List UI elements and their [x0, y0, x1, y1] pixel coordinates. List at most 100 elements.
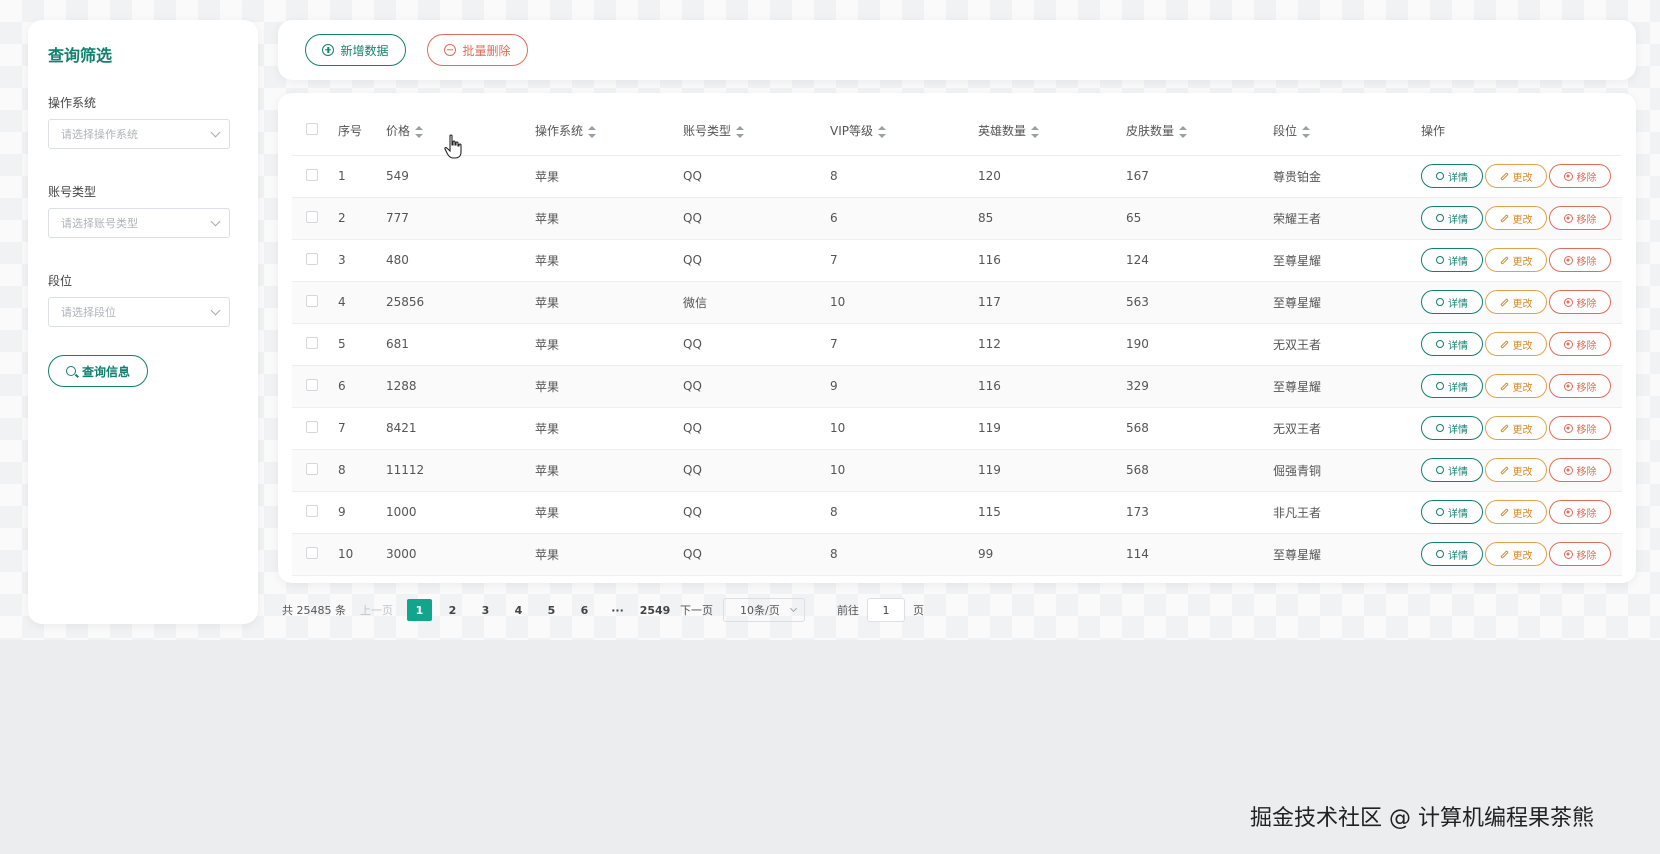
cell-actions: 详情 更改 移除: [1421, 154, 1622, 197]
row-checkbox[interactable]: [306, 462, 318, 475]
cell-heroes: 99: [978, 532, 1126, 576]
page-ellipsis-button[interactable]: ···: [605, 599, 630, 621]
table-header-row: 序号 价格 操作系统 账号类型 VIP等级 英雄数量 皮肤数量 段位 操作: [292, 107, 1622, 155]
edit-label: 更改: [1512, 172, 1533, 184]
cell-rank: 至尊星耀: [1273, 280, 1421, 323]
remove-button[interactable]: 移除: [1549, 374, 1611, 398]
detail-button[interactable]: 详情: [1421, 332, 1483, 356]
page-button-5[interactable]: 5: [539, 599, 564, 621]
detail-button[interactable]: 详情: [1421, 206, 1483, 230]
header-vip[interactable]: VIP等级: [830, 107, 978, 155]
filter-label-rank: 段位: [48, 274, 73, 288]
edit-button[interactable]: 更改: [1485, 248, 1547, 272]
edit-label: 更改: [1512, 214, 1533, 226]
edit-button[interactable]: 更改: [1485, 374, 1547, 398]
header-rank[interactable]: 段位: [1273, 107, 1421, 155]
row-checkbox[interactable]: [306, 168, 318, 181]
cell-vip: 7: [830, 322, 978, 365]
sort-icon[interactable]: [1302, 125, 1311, 138]
remove-button[interactable]: 移除: [1549, 500, 1611, 524]
data-table-card: 序号 价格 操作系统 账号类型 VIP等级 英雄数量 皮肤数量 段位 操作 15…: [278, 93, 1636, 583]
detail-button[interactable]: 详情: [1421, 416, 1483, 440]
edit-label: 更改: [1512, 466, 1533, 478]
page-button-4[interactable]: 4: [506, 599, 531, 621]
detail-button[interactable]: 详情: [1421, 542, 1483, 566]
page-size-select[interactable]: 10条/页: [723, 598, 805, 622]
remove-circle-icon: [1563, 213, 1573, 223]
row-checkbox[interactable]: [306, 546, 318, 559]
remove-button[interactable]: 移除: [1549, 206, 1611, 230]
next-page-button[interactable]: 下一页: [680, 602, 713, 618]
detail-button[interactable]: 详情: [1421, 248, 1483, 272]
detail-button[interactable]: 详情: [1421, 458, 1483, 482]
search-icon: [1436, 214, 1444, 222]
row-checkbox[interactable]: [306, 504, 318, 517]
row-checkbox[interactable]: [306, 420, 318, 433]
row-checkbox[interactable]: [306, 210, 318, 223]
prev-page-button[interactable]: 上一页: [360, 602, 393, 618]
rank-select[interactable]: 请选择段位: [48, 297, 230, 327]
remove-circle-icon: [1563, 297, 1573, 307]
page-button-1[interactable]: 1: [407, 599, 432, 621]
query-button[interactable]: 查询信息: [48, 355, 148, 387]
sort-icon[interactable]: [878, 125, 886, 138]
remove-button[interactable]: 移除: [1549, 542, 1611, 566]
sort-icon[interactable]: [415, 125, 424, 138]
select-all-checkbox[interactable]: [306, 123, 318, 136]
remove-button[interactable]: 移除: [1549, 290, 1611, 314]
remove-button[interactable]: 移除: [1549, 332, 1611, 356]
cell-no: 9: [338, 490, 386, 533]
row-checkbox[interactable]: [306, 294, 318, 307]
remove-button[interactable]: 移除: [1549, 248, 1611, 272]
remove-button[interactable]: 移除: [1549, 458, 1611, 482]
detail-button[interactable]: 详情: [1421, 374, 1483, 398]
table-row: 4 25856 苹果 微信 10 117 563 至尊星耀 详情 更改 移除: [292, 280, 1622, 323]
pencil-icon: [1499, 507, 1509, 517]
search-icon: [1436, 382, 1444, 390]
edit-button[interactable]: 更改: [1485, 332, 1547, 356]
os-select[interactable]: 请选择操作系统: [48, 119, 230, 149]
pagination-total: 共 25485 条: [282, 604, 346, 617]
page-button-6[interactable]: 6: [572, 599, 597, 621]
add-data-button[interactable]: 新增数据: [305, 34, 406, 66]
page-button-last[interactable]: 2549: [638, 599, 672, 621]
chevron-down-icon: [210, 216, 221, 226]
sort-icon[interactable]: [736, 125, 745, 138]
cell-price: 1288: [386, 364, 535, 407]
remove-button[interactable]: 移除: [1549, 164, 1611, 188]
edit-button[interactable]: 更改: [1485, 164, 1547, 188]
cell-actions: 详情 更改 移除: [1421, 196, 1622, 239]
header-skins[interactable]: 皮肤数量: [1126, 107, 1273, 155]
detail-button[interactable]: 详情: [1421, 290, 1483, 314]
remove-button[interactable]: 移除: [1549, 416, 1611, 440]
page-button-3[interactable]: 3: [473, 599, 498, 621]
account-type-select[interactable]: 请选择账号类型: [48, 208, 230, 238]
goto-page-input[interactable]: 1: [867, 598, 905, 622]
cell-no: 6: [338, 364, 386, 407]
search-icon: [1436, 256, 1444, 264]
detail-button[interactable]: 详情: [1421, 500, 1483, 524]
edit-button[interactable]: 更改: [1485, 290, 1547, 314]
edit-button[interactable]: 更改: [1485, 416, 1547, 440]
cell-no: 4: [338, 280, 386, 323]
cell-rank: 至尊星耀: [1273, 364, 1421, 407]
sort-icon[interactable]: [1179, 125, 1188, 138]
detail-button[interactable]: 详情: [1421, 164, 1483, 188]
edit-button[interactable]: 更改: [1485, 458, 1547, 482]
edit-button[interactable]: 更改: [1485, 500, 1547, 524]
search-icon: [1436, 340, 1444, 348]
edit-button[interactable]: 更改: [1485, 206, 1547, 230]
cell-vip: 10: [830, 280, 978, 323]
goto-prefix: 前往: [837, 604, 859, 617]
batch-delete-button[interactable]: 批量删除: [427, 34, 528, 66]
row-checkbox[interactable]: [306, 252, 318, 265]
page-button-2[interactable]: 2: [440, 599, 465, 621]
row-checkbox[interactable]: [306, 378, 318, 391]
row-checkbox[interactable]: [306, 336, 318, 349]
edit-button[interactable]: 更改: [1485, 542, 1547, 566]
header-account-type[interactable]: 账号类型: [683, 107, 830, 155]
header-heroes[interactable]: 英雄数量: [978, 107, 1126, 155]
sort-icon[interactable]: [1031, 125, 1040, 138]
header-os[interactable]: 操作系统: [535, 107, 683, 155]
sort-icon[interactable]: [588, 125, 597, 138]
